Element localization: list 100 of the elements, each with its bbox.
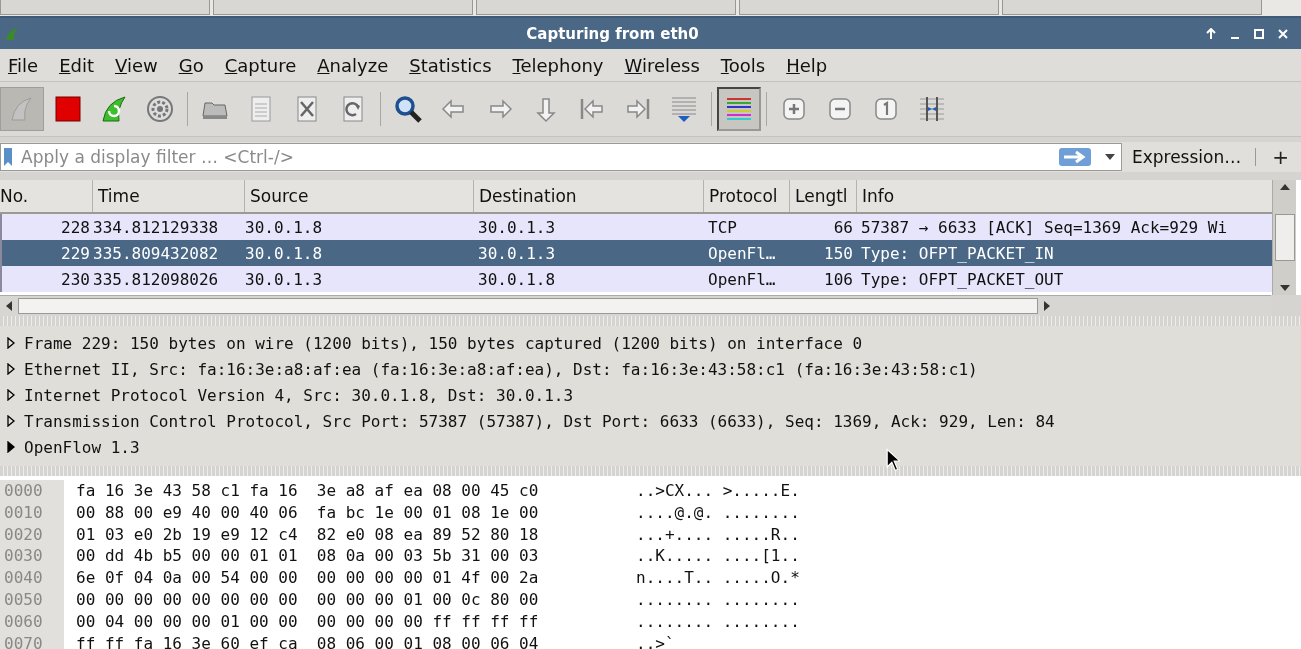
table-cell-text: 30.0.1.8 xyxy=(245,243,324,263)
mouse-cursor-icon xyxy=(886,448,900,472)
close-icon[interactable] xyxy=(1277,27,1289,40)
vertical-scrollbar[interactable] xyxy=(1272,180,1296,295)
ascii-bytes: ........ ........ xyxy=(636,589,800,611)
column-header[interactable]: Source xyxy=(245,180,474,212)
byte-offset: 0040 xyxy=(4,567,44,589)
hex-bytes: 00 00 00 00 00 00 00 00 00 00 00 01 00 0c 80 00 xyxy=(76,589,540,611)
table-cell-text: OpenFl… xyxy=(707,243,777,263)
byte-offset: 0060 xyxy=(4,610,44,633)
expression-button[interactable]: Expression… xyxy=(1121,147,1250,167)
scroll-down-icon[interactable] xyxy=(1279,285,1290,291)
window-title: Capturing from eth0 xyxy=(525,24,700,43)
column-header[interactable]: Info xyxy=(857,180,1272,212)
dropdown-caret-icon[interactable] xyxy=(1104,154,1115,160)
ascii-bytes: ........ ........ xyxy=(636,610,800,633)
hex-bytes: 6e 0f 04 0a 00 54 00 00 00 00 00 00 01 4f 00 2a xyxy=(76,567,540,589)
table-cell-text: 30.0.1.8 xyxy=(477,269,557,289)
table-cell-text: 57387 → 6633 [ACK] Seq=1369 Ack=929 Wi xyxy=(860,217,1229,237)
menu-item[interactable]: Statistics xyxy=(401,54,505,76)
menu-item[interactable]: View xyxy=(107,54,171,76)
pin-icon[interactable] xyxy=(1205,27,1217,40)
table-cell-text: TCP xyxy=(707,217,738,237)
menu-item[interactable]: Help xyxy=(778,54,841,76)
maximize-icon[interactable] xyxy=(1253,27,1265,40)
horizontal-scrollbar[interactable] xyxy=(0,295,1271,316)
column-header[interactable]: Lengtl xyxy=(790,180,857,212)
table-cell-text: 335.809432082 xyxy=(93,243,220,263)
hex-bytes: ff ff fa 16 3e 60 ef ca 08 06 00 01 08 00 06 04 xyxy=(76,632,540,649)
resize-columns-icon[interactable] xyxy=(917,94,947,124)
table-cell-text: 30.0.1.3 xyxy=(477,243,557,263)
bookmark-icon[interactable] xyxy=(3,148,13,166)
table-cell-text: 30.0.1.3 xyxy=(477,217,557,237)
menu-item[interactable]: Telephony xyxy=(504,54,617,76)
menu-item[interactable]: Capture xyxy=(216,54,310,76)
display-filter-field[interactable]: Apply a display filter … <Ctrl-/> xyxy=(0,143,1122,171)
expand-arrow-icon[interactable] xyxy=(6,337,16,349)
menu-item[interactable]: Tools xyxy=(712,54,779,76)
splitter-handle[interactable] xyxy=(0,466,1301,476)
shark-fin-icon xyxy=(4,25,20,42)
ascii-bytes: n....T.. .....O.* xyxy=(636,567,800,589)
byte-offset: 0000 xyxy=(4,480,44,502)
hex-bytes: 00 04 00 00 00 01 00 00 00 00 00 00 ff ff ff ff xyxy=(76,610,540,633)
table-cell-text: 228 xyxy=(60,217,91,237)
expand-arrow-icon[interactable] xyxy=(6,363,16,375)
byte-offset: 0010 xyxy=(4,501,44,524)
table-cell-text: 106 xyxy=(823,269,854,289)
hex-bytes: fa 16 3e 43 58 c1 fa 16 3e a8 af ea 08 00 45 c0 xyxy=(76,480,540,502)
splitter-handle[interactable] xyxy=(0,316,1301,326)
autoscroll-icon[interactable] xyxy=(669,94,699,124)
packet-row[interactable]: 230 335.812098026 30.0.1.3 30.0.1.8 OpenFl… 106 Type: OFPT_PACKET_OUT xyxy=(0,266,1272,292)
table-cell-text: 334.812129338 xyxy=(93,217,220,237)
menu-item[interactable]: File xyxy=(0,54,52,76)
table-cell-text: 66 xyxy=(832,217,854,237)
gear-icon[interactable] xyxy=(145,94,175,124)
tree-item[interactable]: Internet Protocol Version 4, Src: 30.0.1.8, Dst: 30.0.1.3 xyxy=(24,385,574,405)
search-icon[interactable] xyxy=(393,94,423,124)
expand-arrow-icon[interactable] xyxy=(6,441,16,453)
byte-offset: 0030 xyxy=(4,545,44,568)
scroll-right-icon[interactable] xyxy=(1044,301,1050,311)
ascii-bytes: ..>` xyxy=(636,632,675,649)
tree-item[interactable]: Transmission Control Protocol, Src Port: 57387 (57387), Dst Port: 6633 (6633), Seq: 1369, Ack: 929, Len: 84 xyxy=(24,411,1055,431)
ascii-bytes: ...+.... .....R.. xyxy=(636,523,800,546)
stop-icon[interactable] xyxy=(53,94,83,124)
add-button[interactable]: + xyxy=(1262,145,1301,169)
scroll-left-icon[interactable] xyxy=(6,301,12,311)
table-cell-text: 335.812098026 xyxy=(93,269,220,289)
menu-item[interactable]: Analyze xyxy=(309,54,402,76)
expand-arrow-icon[interactable] xyxy=(6,389,16,401)
table-cell-text: Type: OFPT_PACKET_OUT xyxy=(860,269,1065,289)
tree-item[interactable]: Frame 229: 150 bytes on wire (1200 bits), 150 bytes captured (1200 bits) on interface 0 xyxy=(24,333,863,353)
table-cell-text: 229 xyxy=(60,243,91,263)
ascii-bytes: ....@.@. ........ xyxy=(636,501,800,524)
byte-offset: 0050 xyxy=(4,589,44,611)
column-header[interactable]: Time xyxy=(93,180,245,212)
ascii-bytes: ..>CX... >.....E. xyxy=(636,480,800,502)
menu-item[interactable]: Go xyxy=(170,54,217,76)
ascii-bytes: ..K..... ....[1.. xyxy=(636,545,800,568)
column-header[interactable]: Destination xyxy=(474,180,704,212)
table-cell-text: OpenFl… xyxy=(707,269,777,289)
column-header[interactable]: Protocol xyxy=(704,180,790,212)
hex-bytes: 00 88 00 e9 40 00 40 06 fa bc 1e 00 01 08 1e 00 xyxy=(76,501,540,524)
packet-row[interactable]: 229 335.809432082 30.0.1.8 30.0.1.3 OpenFl… 150 Type: OFPT_PACKET_IN xyxy=(0,240,1272,266)
hex-bytes: 01 03 e0 2b 19 e9 12 c4 82 e0 08 ea 89 52 80 18 xyxy=(76,523,540,546)
column-header[interactable]: No. xyxy=(0,180,93,212)
byte-offset: 0020 xyxy=(4,523,44,546)
tree-item[interactable]: Ethernet II, Src: fa:16:3e:a8:af:ea (fa:16:3e:a8:af:ea), Dst: fa:16:3e:43:58:c1 (fa:16:3e:43:58:c1) xyxy=(24,359,978,379)
toggle-button[interactable] xyxy=(717,87,761,131)
table-cell-text: 150 xyxy=(823,243,854,263)
expand-arrow-icon[interactable] xyxy=(6,415,16,427)
table-cell-text: 30.0.1.3 xyxy=(245,269,324,289)
tree-item[interactable]: OpenFlow 1.3 xyxy=(24,437,140,457)
menu-item[interactable]: Edit xyxy=(51,54,107,76)
restart-fin-icon[interactable] xyxy=(99,94,129,124)
table-cell-text: 30.0.1.8 xyxy=(245,217,324,237)
filter-input[interactable]: Apply a display filter … <Ctrl-/> xyxy=(17,147,1059,167)
scroll-up-icon[interactable] xyxy=(1279,184,1290,190)
packet-row[interactable]: 228 334.812129338 30.0.1.8 30.0.1.3 TCP 66 57387 → 6633 [ACK] Seq=1369 Ack=929 Wi xyxy=(0,214,1272,240)
menu-item[interactable]: Wireless xyxy=(616,54,713,76)
hex-bytes: 00 dd 4b b5 00 00 01 01 08 0a 00 03 5b 31 00 03 xyxy=(76,545,540,568)
